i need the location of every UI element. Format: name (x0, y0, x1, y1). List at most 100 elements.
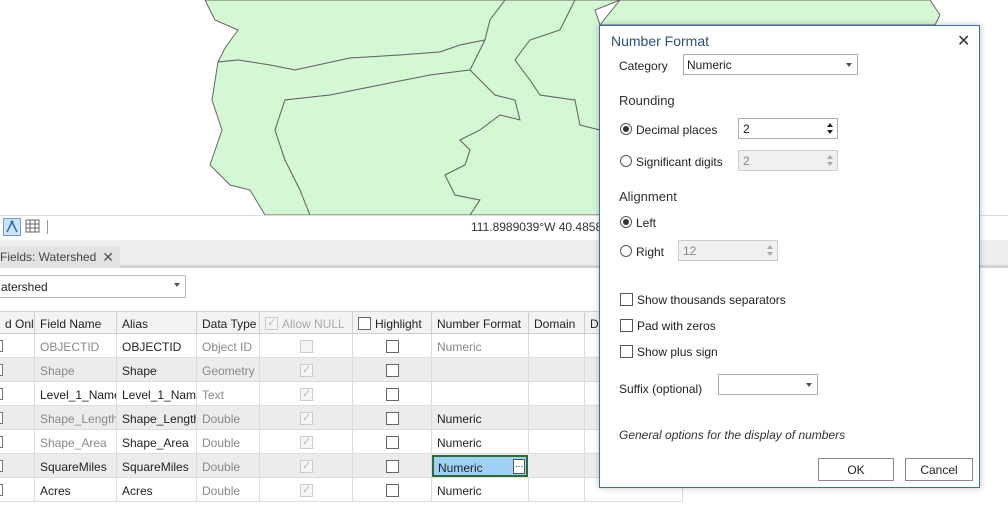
highlight-cell[interactable] (353, 430, 432, 454)
highlight-cell[interactable] (353, 334, 432, 358)
select-features-icon[interactable] (3, 218, 21, 236)
plus-sign-checkbox[interactable] (620, 345, 633, 358)
table-row[interactable]: Shape Shape Geometry (0, 358, 683, 382)
column-header-highlight[interactable]: Highlight (353, 311, 432, 334)
data-type-cell[interactable]: Double (197, 454, 260, 478)
column-header-domain[interactable]: Domain (529, 311, 585, 334)
category-select[interactable]: Numeric (683, 54, 858, 75)
pad-zeros-checkbox[interactable] (620, 319, 633, 332)
close-icon[interactable]: ✕ (957, 31, 970, 51)
highlight-checkbox[interactable] (386, 436, 399, 449)
table-row[interactable]: Shape_Area Shape_Area Double Numeric (0, 430, 683, 454)
number-format-cell[interactable] (432, 358, 529, 382)
domain-cell[interactable] (529, 430, 585, 454)
tab-fields-watershed[interactable]: Fields: Watershed ✕ (0, 246, 120, 268)
field-name-cell[interactable]: SquareMiles (35, 454, 117, 478)
table-row[interactable]: SquareMiles SquareMiles Double Numeric... (0, 454, 683, 478)
field-name-cell[interactable]: Shape (35, 358, 117, 382)
read-only-checkbox[interactable] (0, 340, 3, 352)
domain-cell[interactable] (529, 406, 585, 430)
align-right-radio[interactable] (620, 245, 632, 257)
allow-null-cell[interactable] (260, 478, 353, 502)
highlight-checkbox[interactable] (386, 460, 399, 473)
highlight-cell[interactable] (353, 382, 432, 406)
data-type-cell[interactable]: Geometry (197, 358, 260, 382)
data-type-cell[interactable]: Double (197, 406, 260, 430)
number-format-cell[interactable]: Numeric (432, 406, 529, 430)
allow-null-cell[interactable] (260, 454, 353, 478)
alias-cell[interactable]: OBJECTID (117, 334, 197, 358)
highlight-checkbox[interactable] (386, 340, 399, 353)
number-format-cell[interactable]: Numeric (432, 430, 529, 454)
alias-cell[interactable]: Shape (117, 358, 197, 382)
read-only-cell[interactable] (0, 382, 35, 406)
highlight-checkbox[interactable] (386, 484, 399, 497)
domain-cell[interactable] (529, 382, 585, 406)
arrow-up-icon[interactable] (827, 123, 833, 127)
alias-cell[interactable]: Shape_Length (117, 406, 197, 430)
allow-null-cell[interactable] (260, 406, 353, 430)
domain-cell[interactable] (529, 358, 585, 382)
arrow-down-icon[interactable] (827, 130, 833, 134)
column-header-number-format[interactable]: Number Format (432, 311, 529, 334)
domain-cell[interactable] (529, 334, 585, 358)
highlight-cell[interactable] (353, 406, 432, 430)
alias-cell[interactable]: Level_1_Name (117, 382, 197, 406)
column-header-alias[interactable]: Alias (117, 311, 197, 334)
align-right-stepper[interactable]: 12 (678, 240, 778, 261)
table-row[interactable]: Level_1_Name Level_1_Name Text (0, 382, 683, 406)
read-only-cell[interactable] (0, 358, 35, 382)
field-name-cell[interactable]: Shape_Area (35, 430, 117, 454)
decimal-places-radio[interactable] (620, 123, 632, 135)
table-row[interactable]: Shape_Length Shape_Length Double Numeric (0, 406, 683, 430)
data-type-cell[interactable]: Object ID (197, 334, 260, 358)
table-grid-icon[interactable] (25, 218, 43, 236)
allow-null-cell[interactable] (260, 430, 353, 454)
checkbox-icon[interactable] (358, 317, 371, 330)
alias-cell[interactable]: Acres (117, 478, 197, 502)
ok-button[interactable]: OK (818, 458, 894, 481)
data-type-cell[interactable]: Text (197, 382, 260, 406)
data-type-cell[interactable]: Double (197, 478, 260, 502)
layer-select[interactable]: atershed (0, 275, 186, 298)
read-only-cell[interactable] (0, 454, 35, 478)
significant-digits-stepper[interactable]: 2 (738, 150, 838, 171)
highlight-cell[interactable] (353, 478, 432, 502)
decimal-places-stepper[interactable]: 2 (738, 118, 838, 139)
read-only-checkbox[interactable] (0, 436, 3, 448)
highlight-checkbox[interactable] (386, 364, 399, 377)
read-only-checkbox[interactable] (0, 388, 3, 400)
read-only-cell[interactable] (0, 406, 35, 430)
ellipsis-button[interactable]: ... (513, 459, 525, 474)
read-only-checkbox[interactable] (0, 484, 3, 496)
column-header-read-only[interactable]: d Only (0, 311, 35, 334)
field-name-cell[interactable]: Level_1_Name (35, 382, 117, 406)
field-name-cell[interactable]: Acres (35, 478, 117, 502)
number-format-cell[interactable]: Numeric (432, 478, 529, 502)
allow-null-cell[interactable] (260, 358, 353, 382)
field-name-cell[interactable]: Shape_Length (35, 406, 117, 430)
read-only-cell[interactable] (0, 334, 35, 358)
column-header-data-type[interactable]: Data Type (197, 311, 260, 334)
read-only-checkbox[interactable] (0, 412, 3, 424)
highlight-checkbox[interactable] (386, 412, 399, 425)
domain-cell[interactable] (529, 478, 585, 502)
read-only-cell[interactable] (0, 478, 35, 502)
suffix-select[interactable] (718, 374, 818, 395)
table-row[interactable]: Acres Acres Double Numeric (0, 478, 683, 502)
align-left-radio[interactable] (620, 216, 632, 228)
alias-cell[interactable]: SquareMiles (117, 454, 197, 478)
highlight-cell[interactable] (353, 454, 432, 478)
allow-null-cell[interactable] (260, 334, 353, 358)
highlight-checkbox[interactable] (386, 388, 399, 401)
column-header-field-name[interactable]: Field Name (35, 311, 117, 334)
cancel-button[interactable]: Cancel (905, 458, 973, 481)
domain-cell[interactable] (529, 454, 585, 478)
allow-null-cell[interactable] (260, 382, 353, 406)
highlight-cell[interactable] (353, 358, 432, 382)
thousands-separators-checkbox[interactable] (620, 293, 633, 306)
close-icon[interactable]: ✕ (102, 249, 114, 266)
column-header-allow-null[interactable]: Allow NULL (260, 311, 353, 334)
read-only-checkbox[interactable] (0, 364, 3, 376)
number-format-cell[interactable]: Numeric (432, 334, 529, 358)
